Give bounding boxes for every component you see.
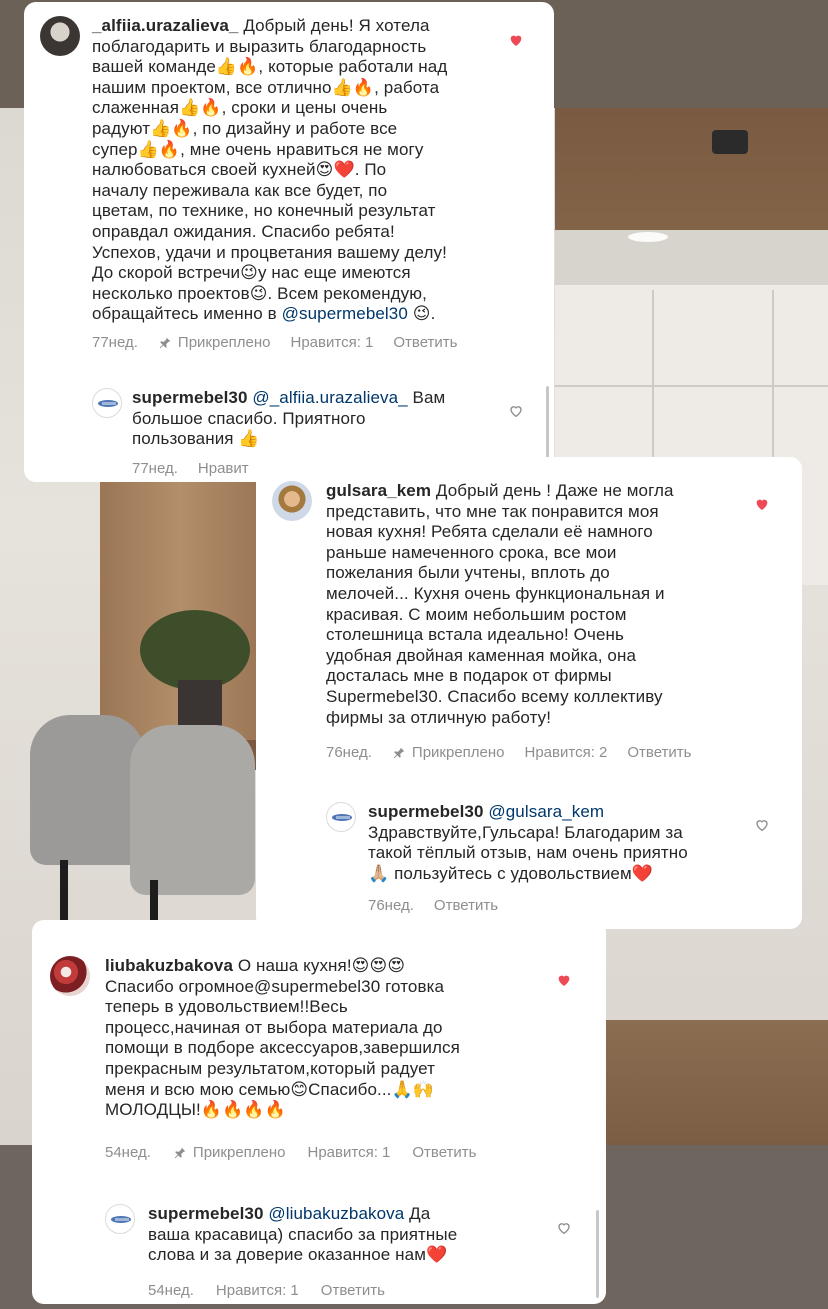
comment-username[interactable]: liubakuzbakova — [105, 956, 233, 975]
pin-icon — [159, 337, 171, 348]
comment-time: 76нед. — [326, 744, 372, 761]
comment-meta: 77нед. Прикреплено Нравится: 1 Ответить — [92, 334, 458, 351]
likes-count[interactable]: Нравится: 1 — [291, 334, 374, 351]
avatar[interactable] — [92, 388, 122, 418]
comment-card: liubakuzbakova О наша кухня!😍😍😍 Спасибо … — [32, 920, 606, 1304]
reply-meta: 54нед. Нравится: 1 Ответить — [148, 1282, 385, 1299]
pin-icon — [174, 1147, 186, 1158]
comment-meta: 54нед. Прикреплено Нравится: 1 Ответить — [105, 1144, 477, 1161]
reply-time: 76нед. — [368, 897, 414, 914]
heart-filled-icon[interactable] — [556, 972, 572, 988]
reply-username[interactable]: supermebel30 — [148, 1204, 264, 1223]
avatar[interactable] — [50, 956, 90, 996]
comment-text: _alfiia.urazalieva_ Добрый день! Я хотел… — [92, 16, 448, 324]
avatar[interactable] — [105, 1204, 135, 1234]
reply-text: supermebel30 @_alfiia.urazalieva_ Вам бо… — [132, 388, 446, 449]
avatar[interactable] — [272, 481, 312, 521]
comment-card: gulsara_kem Добрый день ! Даже не могла … — [256, 457, 802, 929]
reply-text: supermebel30 @liubakuzbakova Да ваша кра… — [148, 1204, 458, 1265]
comment-time: 54нед. — [105, 1144, 151, 1161]
comment-card: _alfiia.urazalieva_ Добрый день! Я хотел… — [24, 2, 554, 482]
reply-button[interactable]: Ответить — [321, 1282, 385, 1299]
comment-username[interactable]: _alfiia.urazalieva_ — [92, 16, 239, 35]
mention-link[interactable]: @gulsara_kem — [488, 802, 604, 821]
heart-filled-icon[interactable] — [508, 32, 524, 48]
scrollbar[interactable] — [596, 1210, 599, 1298]
mention-link[interactable]: @liubakuzbakova — [268, 1204, 404, 1223]
pin-icon — [393, 747, 405, 758]
reply-username[interactable]: supermebel30 — [368, 802, 484, 821]
reply-text: supermebel30 @gulsara_kem Здравствуйте,Г… — [368, 802, 688, 883]
heart-outline-icon[interactable] — [556, 1220, 572, 1236]
mention-link[interactable]: @supermebel30 — [282, 304, 408, 323]
reply-button[interactable]: Ответить — [412, 1144, 476, 1161]
likes-count[interactable]: Нравится: 1 — [308, 1144, 391, 1161]
comment-text: gulsara_kem Добрый день ! Даже не могла … — [326, 481, 674, 727]
reply-meta: 77нед. Нравит — [132, 460, 249, 477]
reply-meta: 76нед. Ответить — [368, 897, 498, 914]
mention-link[interactable]: @_alfiia.urazalieva_ — [252, 388, 407, 407]
comment-time: 77нед. — [92, 334, 138, 351]
reply-button[interactable]: Ответить — [393, 334, 457, 351]
comment-text: liubakuzbakova О наша кухня!😍😍😍 Спасибо … — [105, 956, 460, 1120]
heart-outline-icon[interactable] — [508, 403, 524, 419]
comment-username[interactable]: gulsara_kem — [326, 481, 431, 500]
heart-outline-icon[interactable] — [754, 817, 770, 833]
reply-username[interactable]: supermebel30 — [132, 388, 248, 407]
heart-filled-icon[interactable] — [754, 496, 770, 512]
avatar[interactable] — [326, 802, 356, 832]
pinned-label: Прикреплено — [177, 334, 271, 351]
likes-count[interactable]: Нравит — [198, 460, 249, 477]
comment-meta: 76нед. Прикреплено Нравится: 2 Ответить — [326, 744, 692, 761]
reply-button[interactable]: Ответить — [434, 897, 498, 914]
pinned-label: Прикреплено — [411, 744, 505, 761]
likes-count[interactable]: Нравится: 2 — [525, 744, 608, 761]
avatar[interactable] — [40, 16, 80, 56]
reply-time: 54нед. — [148, 1282, 194, 1299]
pinned-label: Прикреплено — [192, 1144, 286, 1161]
reply-button[interactable]: Ответить — [627, 744, 691, 761]
likes-count[interactable]: Нравится: 1 — [216, 1282, 299, 1299]
reply-time: 77нед. — [132, 460, 178, 477]
